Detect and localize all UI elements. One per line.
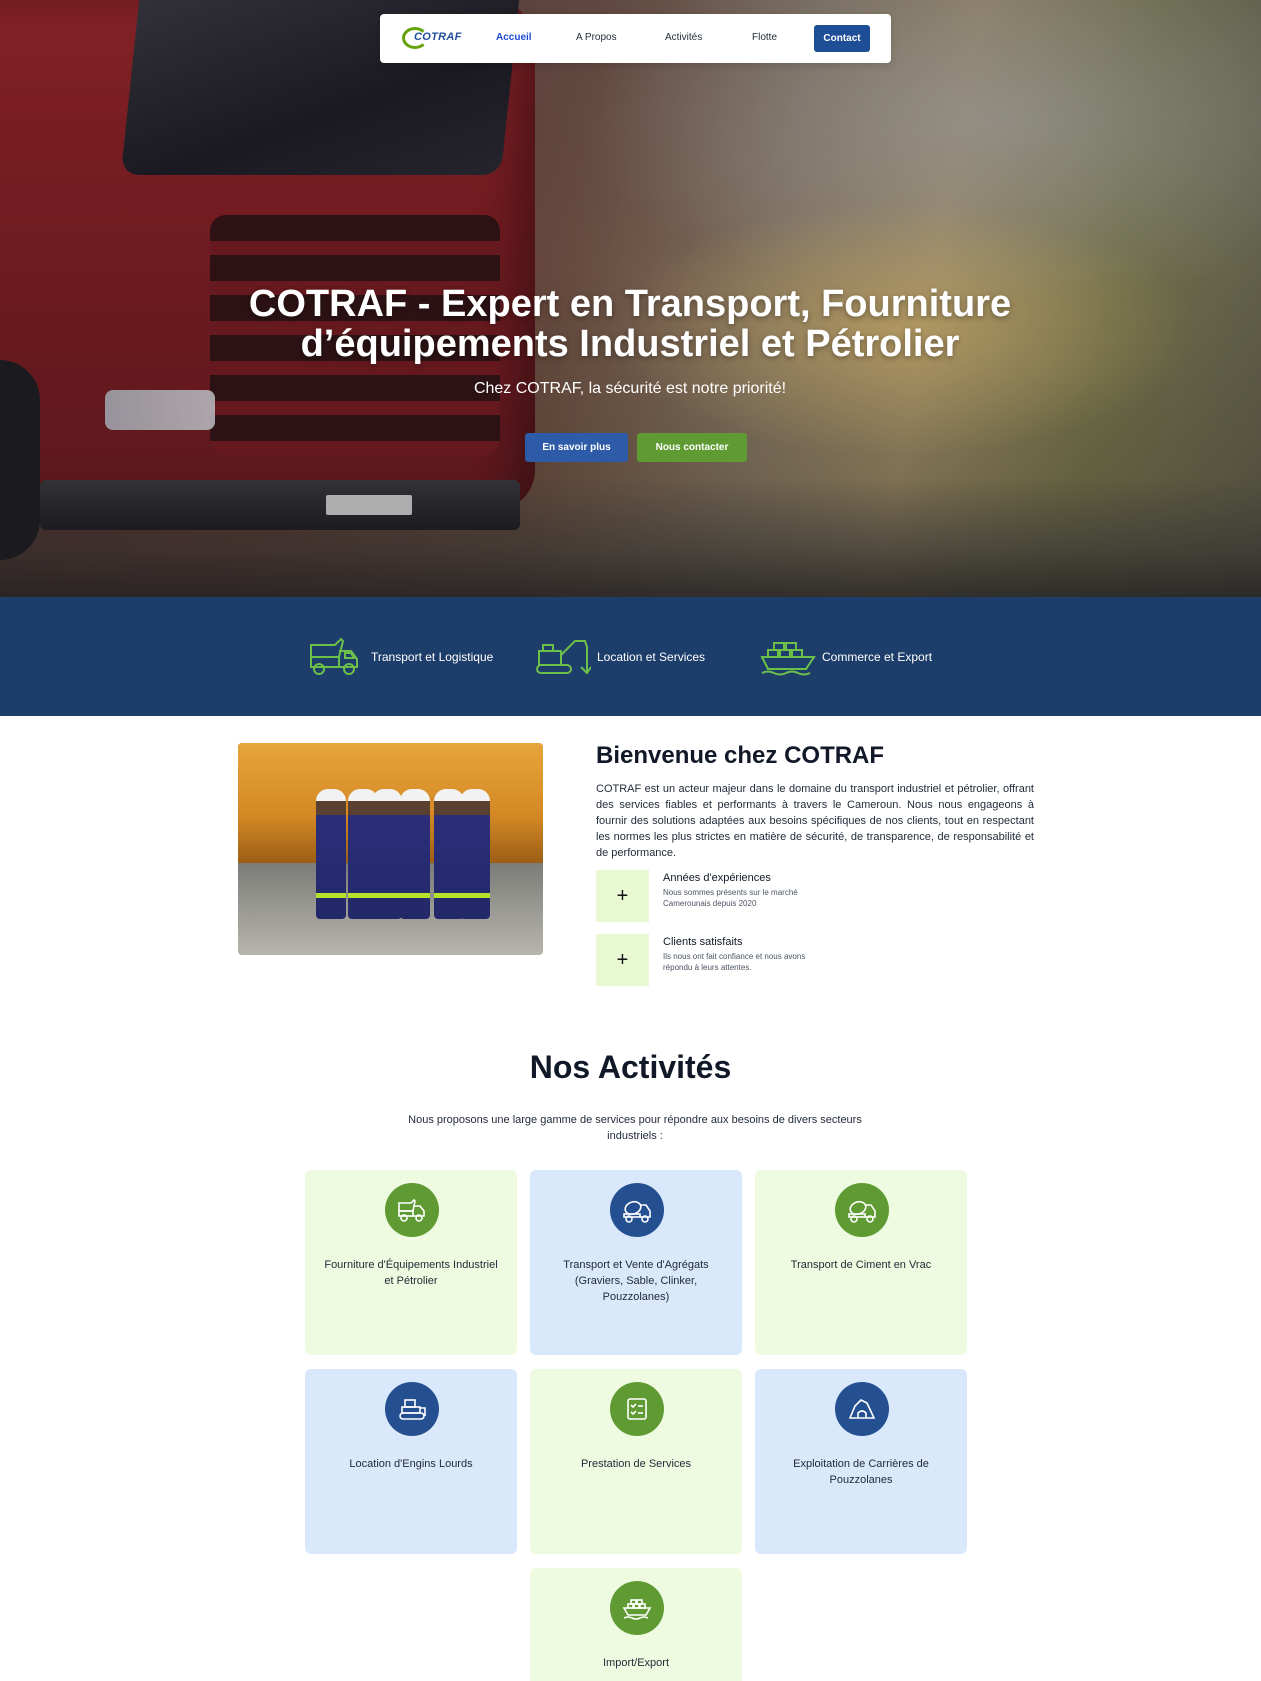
team-photo bbox=[238, 743, 543, 955]
activity-card-services[interactable]: Prestation de Services bbox=[530, 1369, 742, 1554]
cargo-ship-icon bbox=[760, 642, 816, 676]
activity-label: Exploitation de Carrières de Pouzzolanes bbox=[793, 1458, 929, 1486]
activity-icon-circle bbox=[385, 1183, 439, 1237]
stat-experience: + Années d'expériences Nous sommes prése… bbox=[596, 870, 896, 922]
activity-card-aggregates[interactable]: Transport et Vente d'Agrégats (Graviers,… bbox=[530, 1170, 742, 1355]
feature-label: Commerce et Export bbox=[822, 650, 933, 664]
nav-item-flotte[interactable]: Flotte bbox=[752, 32, 777, 43]
feature-commerce-export: Commerce et Export bbox=[760, 637, 932, 677]
nav-contact-button[interactable]: Contact bbox=[814, 25, 870, 52]
activity-label: Prestation de Services bbox=[580, 1458, 692, 1470]
stat-title: Clients satisfaits bbox=[663, 936, 743, 948]
learn-more-button[interactable]: En savoir plus bbox=[525, 433, 628, 462]
hero-title: COTRAF - Expert en Transport, Fourniture… bbox=[180, 284, 1080, 364]
hero-section: COTRAF Accueil A Propos Activités Flotte… bbox=[0, 0, 1261, 597]
top-navbar: COTRAF Accueil A Propos Activités Flotte… bbox=[380, 14, 891, 63]
activity-card-cement[interactable]: Transport de Ciment en Vrac bbox=[755, 1170, 967, 1355]
bulldozer-icon bbox=[399, 1399, 426, 1420]
concrete-mixer-icon bbox=[848, 1200, 876, 1223]
dump-truck-icon bbox=[398, 1198, 425, 1222]
nav-item-activites[interactable]: Activités bbox=[665, 32, 702, 43]
stat-description: Ils nous ont fait confiance et nous avon… bbox=[663, 952, 806, 972]
contact-us-button[interactable]: Nous contacter bbox=[637, 433, 747, 462]
concrete-mixer-icon bbox=[623, 1200, 651, 1223]
activity-icon-circle bbox=[610, 1382, 664, 1436]
hero-title-line-1: COTRAF - Expert en Transport, Fourniture bbox=[248, 283, 1012, 325]
checklist-icon bbox=[627, 1398, 647, 1420]
cotraf-logo[interactable]: COTRAF bbox=[402, 27, 462, 51]
activity-icon-circle bbox=[835, 1382, 889, 1436]
stat-clients: + Clients satisfaits Ils nous ont fait c… bbox=[596, 934, 896, 986]
activity-icon-circle bbox=[835, 1183, 889, 1237]
feature-label: Location et Services bbox=[597, 650, 706, 664]
hero-title-line-2: d’équipements Industriel et Pétrolier bbox=[300, 323, 960, 365]
quarry-icon bbox=[848, 1399, 876, 1419]
welcome-text: COTRAF est un acteur majeur dans le doma… bbox=[596, 783, 1034, 859]
activity-icon-circle bbox=[610, 1581, 664, 1635]
feature-transport-logistique: Transport et Logistique bbox=[309, 637, 493, 677]
activity-card-heavy-equipment[interactable]: Location d'Engins Lourds bbox=[305, 1369, 517, 1554]
activity-card-quarry[interactable]: Exploitation de Carrières de Pouzzolanes bbox=[755, 1369, 967, 1554]
stat-description: Nous sommes présents sur le marché Camer… bbox=[663, 888, 798, 908]
activity-label: Transport de Ciment en Vrac bbox=[790, 1259, 932, 1271]
stat-value: + bbox=[596, 934, 649, 986]
features-strip: Transport et Logistique Location et Serv… bbox=[0, 597, 1261, 716]
activity-label: Fourniture d'Équipements Industriel et P… bbox=[324, 1259, 498, 1287]
activity-card-equipment[interactable]: Fourniture d'Équipements Industriel et P… bbox=[305, 1170, 517, 1355]
dump-truck-icon bbox=[310, 637, 358, 675]
activities-title: Nos Activités bbox=[529, 1049, 732, 1085]
stat-value: + bbox=[596, 870, 649, 922]
nav-item-accueil[interactable]: Accueil bbox=[496, 32, 532, 43]
welcome-title: Bienvenue chez COTRAF bbox=[596, 742, 885, 769]
activity-icon-circle bbox=[385, 1382, 439, 1436]
activities-intro: Nous proposons une large gamme de servic… bbox=[408, 1114, 862, 1142]
activity-label: Location d'Engins Lourds bbox=[349, 1458, 473, 1470]
feature-location-services: Location et Services bbox=[535, 637, 705, 677]
activity-label: Import/Export bbox=[602, 1657, 670, 1669]
stat-title: Années d'expériences bbox=[663, 872, 771, 884]
feature-label: Transport et Logistique bbox=[371, 650, 494, 664]
hero-subtitle: Chez COTRAF, la sécurité est notre prior… bbox=[473, 380, 787, 397]
activity-icon-circle bbox=[610, 1183, 664, 1237]
logo-text: COTRAF bbox=[414, 31, 462, 43]
excavator-icon bbox=[536, 640, 591, 675]
nav-item-a-propos[interactable]: A Propos bbox=[576, 32, 617, 43]
activity-label: Transport et Vente d'Agrégats (Graviers,… bbox=[563, 1259, 709, 1303]
cargo-ship-icon bbox=[622, 1599, 652, 1620]
activity-card-import-export[interactable]: Import/Export bbox=[530, 1568, 742, 1681]
